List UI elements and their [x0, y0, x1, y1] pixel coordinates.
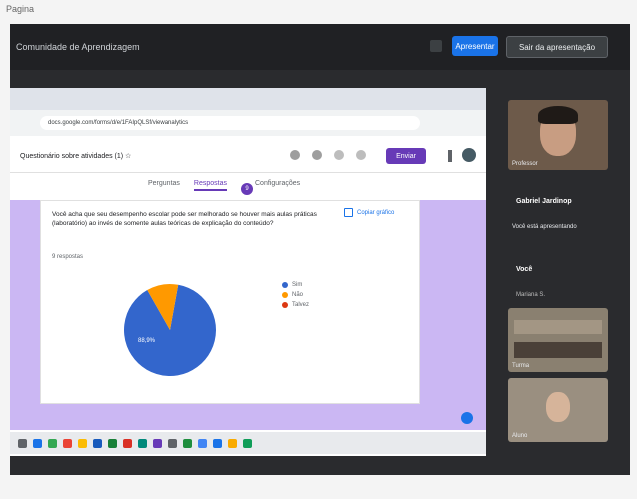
- participant-face: [546, 392, 570, 422]
- legend-label: Não: [292, 292, 304, 298]
- participant-name: Gabriel Jardinop: [516, 198, 572, 205]
- participant-subtitle: Você está apresentando: [512, 224, 577, 230]
- folder-icon[interactable]: [78, 438, 87, 448]
- add-icon[interactable]: [461, 412, 473, 424]
- classroom-row: [514, 320, 602, 334]
- copy-icon: [344, 208, 353, 217]
- tab-questions[interactable]: Perguntas: [148, 180, 180, 191]
- ppt-icon[interactable]: [123, 438, 132, 448]
- response-card: [40, 200, 420, 404]
- tab-settings[interactable]: Configurações: [255, 180, 300, 191]
- participant-video-tile[interactable]: Professor: [508, 100, 608, 170]
- legend-label: Talvez: [292, 302, 310, 308]
- tab-responses[interactable]: Respostas: [193, 180, 227, 191]
- palette-icon[interactable]: [290, 150, 300, 160]
- avatar[interactable]: [462, 148, 476, 162]
- file-icon[interactable]: [33, 438, 42, 448]
- legend-swatch: [282, 282, 288, 288]
- pie-chart: [124, 284, 216, 376]
- send-button[interactable]: Enviar: [386, 148, 426, 164]
- copy-chart-label: Copiar gráfico: [357, 209, 395, 216]
- participant-name: Professor: [512, 161, 538, 167]
- word-icon[interactable]: [93, 438, 102, 448]
- participant-video-tile[interactable]: Turma: [508, 308, 608, 372]
- legend-item: Talvez: [282, 302, 309, 308]
- notes-icon[interactable]: [228, 438, 237, 448]
- store-icon[interactable]: [198, 438, 207, 448]
- redo-icon[interactable]: [356, 150, 366, 160]
- drive-icon[interactable]: [243, 438, 252, 448]
- doc-title[interactable]: Questionário sobre atividades (1) ☆: [20, 152, 131, 160]
- forms-icon[interactable]: [153, 438, 162, 448]
- copy-chart-button[interactable]: Copiar gráfico: [344, 208, 394, 217]
- legend-item: Sim: [282, 282, 309, 288]
- chart-legend: Sim Não Talvez: [282, 282, 309, 312]
- legend-item: Não: [282, 292, 309, 298]
- card-footer-bar: [40, 404, 420, 414]
- stop-presenting-button[interactable]: Sair da apresentação: [506, 36, 608, 58]
- pie-slice-label: 88,9%: [138, 338, 156, 344]
- search-icon[interactable]: [18, 438, 27, 448]
- mail-icon[interactable]: [63, 438, 72, 448]
- present-button[interactable]: Apresentar: [452, 36, 498, 56]
- classroom-row: [514, 342, 602, 358]
- undo-icon[interactable]: [334, 150, 344, 160]
- window-title: Pagina: [6, 4, 35, 14]
- taskbar: [10, 432, 486, 454]
- participant-name: Turma: [512, 363, 530, 369]
- address-bar[interactable]: docs.google.com/forms/d/e/1FAIpQLSf/view…: [40, 116, 420, 130]
- participant-name: Você: [516, 266, 533, 273]
- chrome-icon[interactable]: [48, 438, 57, 448]
- legend-label: Sim: [292, 282, 303, 288]
- captions-icon[interactable]: [430, 40, 442, 52]
- preview-icon[interactable]: [312, 150, 322, 160]
- legend-swatch: [282, 292, 288, 298]
- responses-badge: 9: [241, 183, 253, 195]
- meet-icon[interactable]: [138, 438, 147, 448]
- photos-icon[interactable]: [183, 438, 192, 448]
- settings-icon[interactable]: [168, 438, 177, 448]
- participant-video-tile[interactable]: Aluno: [508, 378, 608, 442]
- participant-hair: [538, 106, 578, 124]
- participant-name: Aluno: [512, 433, 528, 439]
- meet-title: Comunidade de Aprendizagem: [16, 42, 140, 52]
- question-text: Você acha que seu desempenho escolar pod…: [52, 211, 317, 227]
- legend-swatch: [282, 302, 288, 308]
- forms-tabs: Perguntas Respostas Configurações: [148, 180, 300, 191]
- participant-subtitle: Mariana S.: [516, 292, 546, 298]
- browser-tab-strip[interactable]: [10, 88, 486, 110]
- more-menu-icon[interactable]: [448, 150, 452, 162]
- excel-icon[interactable]: [108, 438, 117, 448]
- calendar-icon[interactable]: [213, 438, 222, 448]
- response-count: 9 respostas: [52, 254, 84, 260]
